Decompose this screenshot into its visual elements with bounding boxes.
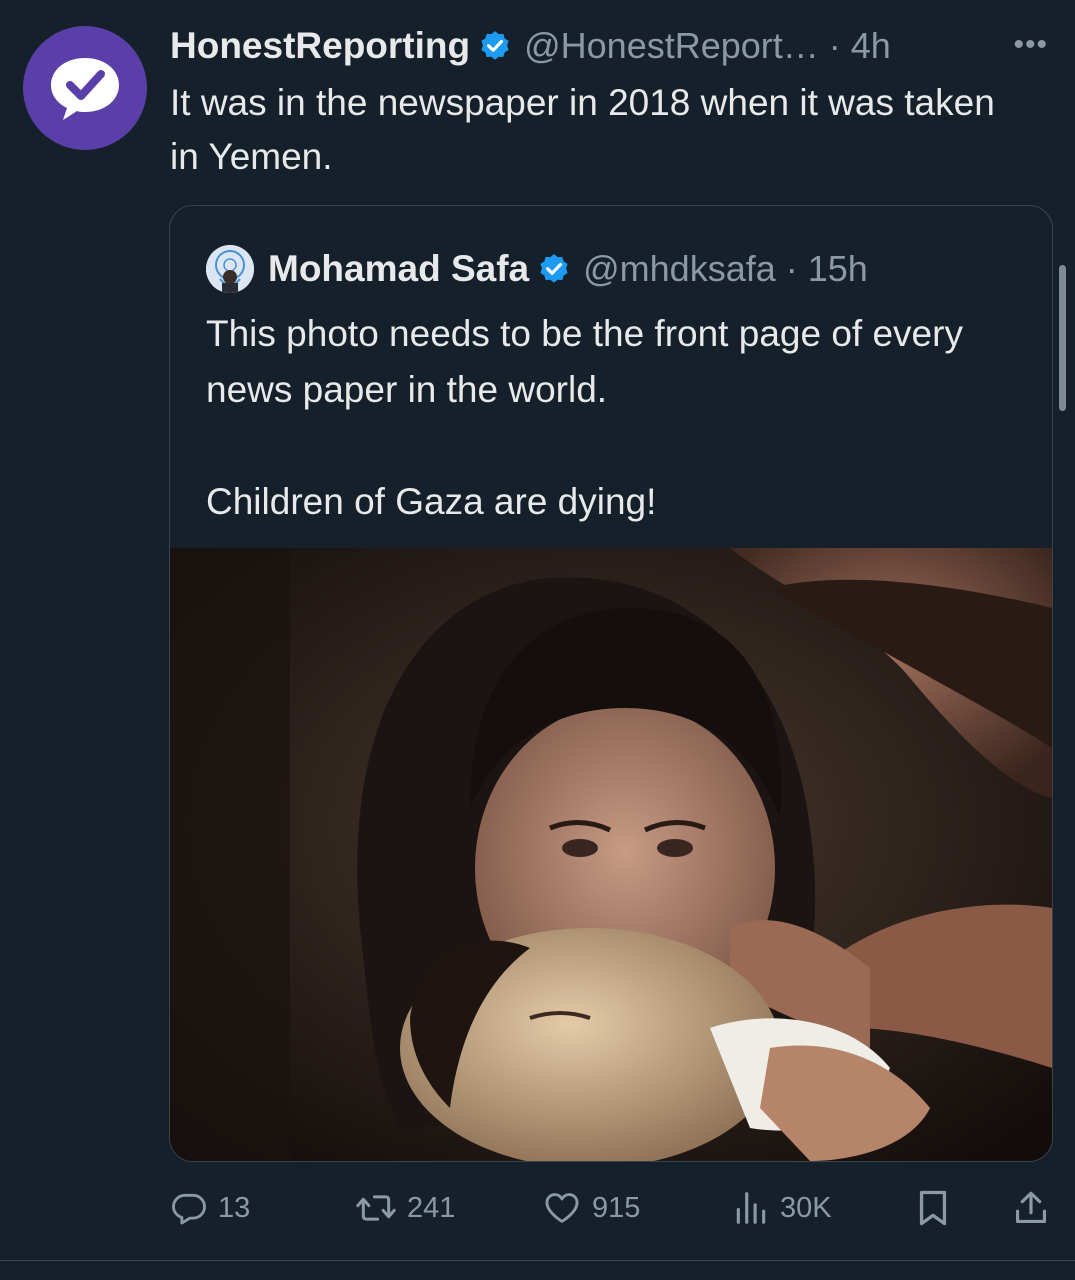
verified-badge-icon <box>481 31 509 60</box>
like-count: 915 <box>592 1191 641 1224</box>
checkmark-chat-icon <box>51 58 119 120</box>
views-chart-icon <box>736 1192 766 1224</box>
author-handle[interactable]: @HonestReport… · 4h <box>524 25 891 67</box>
quoted-author-avatar[interactable] <box>206 245 254 293</box>
author-name[interactable]: HonestReporting <box>170 25 470 67</box>
tweet-text: It was in the newspaper in 2018 when it … <box>170 82 995 177</box>
share-icon <box>1015 1191 1047 1224</box>
scrollbar-thumb[interactable] <box>1059 265 1066 411</box>
repost-count: 241 <box>407 1191 456 1224</box>
quoted-header: Mohamad Safa @mhdksafa · 15h <box>206 244 868 294</box>
tweet-screen: HonestReporting @HonestReport… · 4h ••• … <box>0 0 1075 1280</box>
un-emblem-avatar-icon <box>206 245 254 293</box>
like-button[interactable]: 915 <box>542 1180 640 1236</box>
views-button[interactable]: 30K <box>732 1180 832 1236</box>
heart-icon <box>545 1193 579 1223</box>
reply-count: 13 <box>218 1191 251 1224</box>
quoted-photo[interactable] <box>170 548 1052 1161</box>
more-options-icon[interactable]: ••• <box>1013 28 1048 62</box>
share-button[interactable] <box>1012 1180 1050 1236</box>
quoted-text: This photo needs to be the front page of… <box>206 313 963 522</box>
divider <box>0 1260 1075 1261</box>
views-count: 30K <box>780 1191 832 1224</box>
bookmark-button[interactable] <box>915 1180 951 1236</box>
bookmark-icon <box>919 1190 947 1226</box>
verified-badge-icon <box>540 254 568 283</box>
quoted-author-name[interactable]: Mohamad Safa <box>268 248 529 290</box>
reply-button[interactable]: 13 <box>170 1180 250 1236</box>
quoted-author-handle[interactable]: @mhdksafa · 15h <box>583 248 868 290</box>
repost-icon <box>356 1195 396 1221</box>
quoted-tweet[interactable]: Mohamad Safa @mhdksafa · 15h This photo … <box>169 205 1053 1162</box>
author-avatar[interactable] <box>23 26 147 150</box>
quoted-time[interactable]: 15h <box>808 248 868 289</box>
photo-illustration <box>170 548 1052 1161</box>
repost-button[interactable]: 241 <box>355 1180 455 1236</box>
tweet-header: HonestReporting @HonestReport… · 4h ••• <box>170 22 1050 70</box>
action-bar: 13 241 915 30K <box>170 1180 1050 1236</box>
reply-icon <box>172 1193 206 1225</box>
tweet-time[interactable]: 4h <box>851 25 891 66</box>
